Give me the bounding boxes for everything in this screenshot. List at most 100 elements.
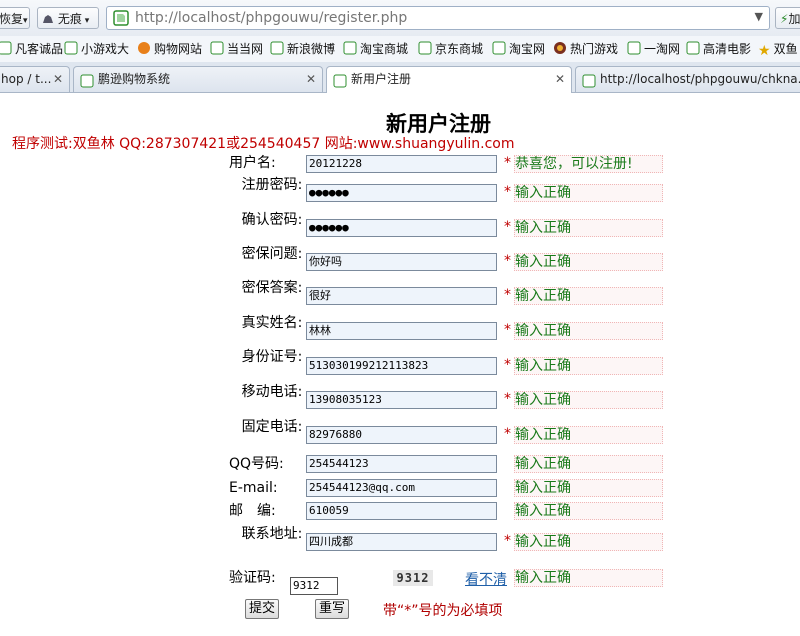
captcha-refresh-link[interactable]: 看不清 — [465, 569, 507, 589]
id-number-input[interactable]: 513030199212113823 — [306, 357, 497, 375]
close-icon[interactable]: ✕ — [555, 67, 565, 91]
bookmark-label: 淘宝网 — [509, 42, 546, 56]
confirm-password-input[interactable]: ●●●●●● — [306, 219, 497, 237]
bookmark-label: 双鱼 — [773, 42, 798, 56]
username-message: 恭喜您，可以注册! — [514, 155, 663, 173]
tab-shop[interactable]: hop / t... ✕ — [0, 66, 70, 92]
developer-credit: 程序测试:双鱼林 QQ:287307421或254540457 网站:www.s… — [12, 136, 515, 152]
required-mark: * — [504, 287, 511, 303]
captcha-input[interactable]: 9312 — [290, 577, 338, 595]
close-icon[interactable]: ✕ — [306, 67, 316, 91]
tab-register[interactable]: 新用户注册 ✕ — [326, 66, 572, 93]
bookmark-item[interactable]: 淘宝商城 — [343, 40, 408, 58]
bookmark-label: 一淘网 — [644, 42, 681, 56]
address-message: 输入正确 — [514, 533, 663, 551]
tab-label: http://localhost/phpgouwu/chkna... — [600, 72, 800, 86]
bookmark-label: 凡客诚品 — [15, 42, 64, 56]
tab-chkname[interactable]: http://localhost/phpgouwu/chkna... — [575, 66, 800, 92]
address-url: http://localhost/phpgouwu/register.php — [135, 10, 408, 26]
bookmark-item[interactable]: ★ 双鱼 — [758, 40, 798, 58]
required-mark: * — [504, 253, 511, 269]
game-icon — [553, 41, 567, 55]
mobile-message: 输入正确 — [514, 391, 663, 409]
bookmark-item[interactable]: 一淘网 — [627, 40, 680, 58]
email-input[interactable]: 254544123@qq.com — [306, 479, 497, 497]
username-input[interactable]: 20121228 — [306, 155, 497, 173]
page-icon — [343, 41, 357, 55]
bookmark-label: 京东商城 — [435, 42, 484, 56]
security-question-input[interactable]: 你好吗 — [306, 253, 497, 271]
incognito-mode-button[interactable]: 无痕 ▾ — [37, 7, 99, 29]
captcha-image: 9312 — [393, 570, 433, 586]
captcha-message: 输入正确 — [514, 569, 663, 587]
bookmark-item[interactable]: 热门游戏 — [553, 40, 618, 58]
postcode-label: 邮 编: — [229, 503, 276, 519]
security-answer-message: 输入正确 — [514, 287, 663, 305]
email-message: 输入正确 — [514, 479, 663, 497]
real-name-label: 真实姓名: — [241, 315, 303, 331]
security-answer-input[interactable]: 很好 — [306, 287, 497, 305]
shop-icon — [137, 41, 151, 55]
real-name-input[interactable]: 林林 — [306, 322, 497, 340]
bookmark-item[interactable]: 新浪微博 — [270, 40, 335, 58]
required-mark: * — [504, 322, 511, 338]
bookmark-label: 新浪微博 — [287, 42, 336, 56]
bookmark-item[interactable]: 小游戏大 — [64, 40, 129, 58]
qq-label: QQ号码: — [229, 456, 284, 472]
bookmark-label: 小游戏大 — [81, 42, 130, 56]
required-note: 带“*”号的为必填项 — [383, 603, 503, 619]
bookmark-item[interactable]: 京东商城 — [418, 40, 483, 58]
address-label: 联系地址: — [241, 526, 303, 542]
bookmark-item[interactable]: 购物网站 — [137, 40, 202, 58]
id-number-message: 输入正确 — [514, 357, 663, 375]
address-bar[interactable]: http://localhost/phpgouwu/register.php ▼ — [106, 6, 770, 30]
chevron-down-icon[interactable]: ▼ — [755, 10, 763, 23]
mode-label: 无痕 — [57, 12, 82, 26]
bookmark-label: 当当网 — [227, 42, 264, 56]
security-answer-label: 密保答案: — [241, 280, 303, 296]
tab-shopping-system[interactable]: 鹏逊购物系统 ✕ — [73, 66, 323, 92]
tab-label: hop / t... — [1, 72, 52, 86]
username-label: 用户名: — [229, 155, 276, 171]
real-name-message: 输入正确 — [514, 322, 663, 340]
password-input[interactable]: ●●●●●● — [306, 184, 497, 202]
address-toolbar: 恢复▾ 无痕 ▾ http://localhost/phpgouwu/regis… — [0, 0, 800, 37]
landline-message: 输入正确 — [514, 426, 663, 444]
addon-label: 加 — [788, 12, 800, 26]
page-icon — [627, 41, 641, 55]
bookmark-label: 高清电影 — [703, 42, 752, 56]
bookmark-item[interactable]: 高清电影 — [686, 40, 751, 58]
mobile-label: 移动电话: — [241, 384, 303, 400]
page-icon — [270, 41, 284, 55]
bookmark-item[interactable]: 凡客诚品 — [0, 40, 63, 58]
bookmark-item[interactable]: 淘宝网 — [492, 40, 545, 58]
required-mark: * — [504, 357, 511, 373]
restore-button[interactable]: 恢复▾ — [0, 7, 30, 29]
qq-message: 输入正确 — [514, 455, 663, 473]
addon-button[interactable]: ⚡加 — [775, 7, 800, 29]
required-mark: * — [504, 219, 511, 235]
page-icon — [492, 41, 506, 55]
close-icon[interactable]: ✕ — [53, 67, 63, 91]
bookmark-item[interactable]: 当当网 — [210, 40, 263, 58]
page-icon — [582, 72, 596, 88]
landline-input[interactable]: 82976880 — [306, 426, 497, 444]
mobile-input[interactable]: 13908035123 — [306, 391, 497, 409]
postcode-input[interactable]: 610059 — [306, 502, 497, 520]
submit-button[interactable]: 提交 — [245, 599, 279, 619]
reset-button[interactable]: 重写 — [315, 599, 349, 619]
page-icon — [686, 41, 700, 55]
qq-input[interactable]: 254544123 — [306, 455, 497, 473]
address-input[interactable]: 四川成都 — [306, 533, 497, 551]
tab-label: 鹏逊购物系统 — [98, 72, 171, 86]
restore-label: 恢复 — [0, 12, 24, 26]
page-icon — [0, 41, 12, 55]
bookmarks-bar: 凡客诚品 小游戏大 购物网站 当当网 新浪微博 淘宝商城 京东商城 淘宝网 热门… — [0, 36, 800, 63]
postcode-message: 输入正确 — [514, 502, 663, 520]
password-message: 输入正确 — [514, 184, 663, 202]
required-mark: * — [504, 391, 511, 407]
bookmark-label: 淘宝商城 — [360, 42, 409, 56]
star-icon: ★ — [758, 43, 771, 59]
required-mark: * — [504, 533, 511, 549]
page-icon — [113, 10, 129, 26]
